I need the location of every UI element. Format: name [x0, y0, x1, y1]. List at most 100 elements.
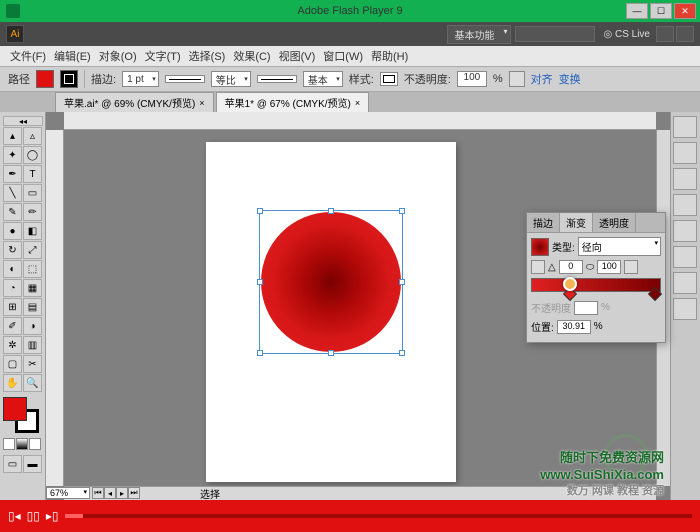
- color-mode-none[interactable]: [29, 438, 41, 450]
- color-mode-solid[interactable]: [3, 438, 15, 450]
- type-tool[interactable]: T: [23, 165, 42, 183]
- tab-close-1[interactable]: ×: [355, 98, 360, 108]
- ruler-horizontal[interactable]: [64, 112, 656, 130]
- screen-mode-full[interactable]: ▬: [23, 455, 42, 473]
- handle-ml[interactable]: [257, 279, 263, 285]
- fill-swatch[interactable]: [36, 70, 54, 88]
- dock-layers-panel[interactable]: [673, 272, 697, 294]
- hand-tool[interactable]: ✋: [3, 374, 22, 392]
- handle-bl[interactable]: [257, 350, 263, 356]
- gp-tab-transparency[interactable]: 透明度: [593, 213, 636, 232]
- link-icon[interactable]: [624, 260, 638, 274]
- rectangle-tool[interactable]: ▭: [23, 184, 42, 202]
- artboard-first[interactable]: ⏮: [92, 487, 104, 499]
- gradient-panel[interactable]: 描边 渐变 透明度 类型: 径向 △ 0 ⬭ 100 不透明度 % 位置:: [526, 212, 666, 343]
- handle-br[interactable]: [399, 350, 405, 356]
- uniform-dropdown[interactable]: 等比: [211, 71, 251, 87]
- artboard[interactable]: [206, 142, 456, 482]
- maximize-button[interactable]: ☐: [650, 3, 672, 19]
- stop-opacity-input[interactable]: [574, 301, 598, 315]
- gradient-preview-swatch[interactable]: [531, 238, 549, 256]
- menu-effect[interactable]: 效果(C): [229, 48, 274, 64]
- transform-link[interactable]: 变换: [559, 71, 581, 87]
- player-pause[interactable]: ▯▯: [27, 509, 40, 523]
- stroke-swatch[interactable]: [60, 70, 78, 88]
- mesh-tool[interactable]: ⊞: [3, 298, 22, 316]
- gradient-slider[interactable]: [531, 278, 661, 292]
- blend-tool[interactable]: ◑: [23, 317, 42, 335]
- angle-input[interactable]: 0: [559, 260, 583, 274]
- ruler-vertical[interactable]: [46, 130, 64, 486]
- recolor-button[interactable]: [509, 71, 525, 87]
- blob-brush-tool[interactable]: ●: [3, 222, 22, 240]
- dock-transparency-panel[interactable]: [673, 220, 697, 242]
- menu-view[interactable]: 视图(V): [275, 48, 320, 64]
- gp-tab-gradient[interactable]: 渐变: [560, 213, 593, 232]
- dock-appearance-panel[interactable]: [673, 246, 697, 268]
- menu-type[interactable]: 文字(T): [141, 48, 185, 64]
- fill-stroke-control[interactable]: [3, 397, 41, 435]
- menu-file[interactable]: 文件(F): [6, 48, 50, 64]
- gradient-type-dropdown[interactable]: 径向: [578, 237, 661, 256]
- toolbox-collapse[interactable]: ◂◂: [3, 116, 43, 126]
- scale-tool[interactable]: ⤢: [23, 241, 42, 259]
- fill-color[interactable]: [3, 397, 27, 421]
- rotate-tool[interactable]: ↻: [3, 241, 22, 259]
- eyedropper-tool[interactable]: ✐: [3, 317, 22, 335]
- free-transform-tool[interactable]: ⬚: [23, 260, 42, 278]
- width-tool[interactable]: ◐: [3, 260, 22, 278]
- pen-tool[interactable]: ✒: [3, 165, 22, 183]
- zoom-dropdown[interactable]: 67%: [46, 487, 90, 499]
- color-mode-gradient[interactable]: [16, 438, 28, 450]
- stop-position-input[interactable]: 30.91: [557, 320, 591, 334]
- artboard-prev[interactable]: ◂: [104, 487, 116, 499]
- graph-tool[interactable]: ▥: [23, 336, 42, 354]
- lasso-tool[interactable]: ◯: [23, 146, 42, 164]
- menu-object[interactable]: 对象(O): [95, 48, 141, 64]
- handle-tl[interactable]: [257, 208, 263, 214]
- handle-tm[interactable]: [328, 208, 334, 214]
- menu-select[interactable]: 选择(S): [185, 48, 230, 64]
- stroke-profile[interactable]: [165, 75, 205, 83]
- align-link[interactable]: 对齐: [531, 71, 553, 87]
- close-button[interactable]: ✕: [674, 3, 696, 19]
- line-tool[interactable]: ╲: [3, 184, 22, 202]
- artboard-next[interactable]: ▸: [116, 487, 128, 499]
- search-input[interactable]: [515, 26, 595, 42]
- toolbar-btn-2[interactable]: [676, 26, 694, 42]
- selection-tool[interactable]: ▴: [3, 127, 22, 145]
- handle-mr[interactable]: [399, 279, 405, 285]
- opacity-field[interactable]: 100: [457, 71, 487, 87]
- stroke-weight-dropdown[interactable]: 1 pt: [122, 71, 159, 87]
- menu-edit[interactable]: 编辑(E): [50, 48, 95, 64]
- artboard-tool[interactable]: ▢: [3, 355, 22, 373]
- symbol-sprayer-tool[interactable]: ✲: [3, 336, 22, 354]
- perspective-tool[interactable]: ▦: [23, 279, 42, 297]
- document-tab-1[interactable]: 苹果1* @ 67% (CMYK/预览) ×: [216, 92, 370, 112]
- zoom-tool[interactable]: 🔍: [23, 374, 42, 392]
- cs-live-button[interactable]: ◎ CS Live: [603, 29, 650, 40]
- pencil-tool[interactable]: ✏: [23, 203, 42, 221]
- eraser-tool[interactable]: ◧: [23, 222, 42, 240]
- dock-stroke-panel[interactable]: [673, 168, 697, 190]
- aspect-input[interactable]: 100: [597, 260, 621, 274]
- handle-tr[interactable]: [399, 208, 405, 214]
- gp-tab-stroke[interactable]: 描边: [527, 213, 560, 232]
- player-prev[interactable]: ▯◂: [8, 509, 21, 523]
- player-next[interactable]: ▸▯: [46, 509, 59, 523]
- dock-color-panel[interactable]: [673, 116, 697, 138]
- handle-bm[interactable]: [328, 350, 334, 356]
- tab-close-0[interactable]: ×: [199, 98, 204, 108]
- shape-builder-tool[interactable]: ◔: [3, 279, 22, 297]
- dock-gradient-panel[interactable]: [673, 194, 697, 216]
- magic-wand-tool[interactable]: ✦: [3, 146, 22, 164]
- dock-symbols-panel[interactable]: [673, 298, 697, 320]
- slice-tool[interactable]: ✂: [23, 355, 42, 373]
- direct-selection-tool[interactable]: ▵: [23, 127, 42, 145]
- gradient-stop-2[interactable]: [648, 287, 662, 301]
- screen-mode-normal[interactable]: ▭: [3, 455, 22, 473]
- gradient-tool[interactable]: ▤: [23, 298, 42, 316]
- paintbrush-tool[interactable]: ✎: [3, 203, 22, 221]
- style-box[interactable]: [380, 72, 398, 86]
- document-tab-0[interactable]: 苹果.ai* @ 69% (CMYK/预览) ×: [55, 92, 214, 112]
